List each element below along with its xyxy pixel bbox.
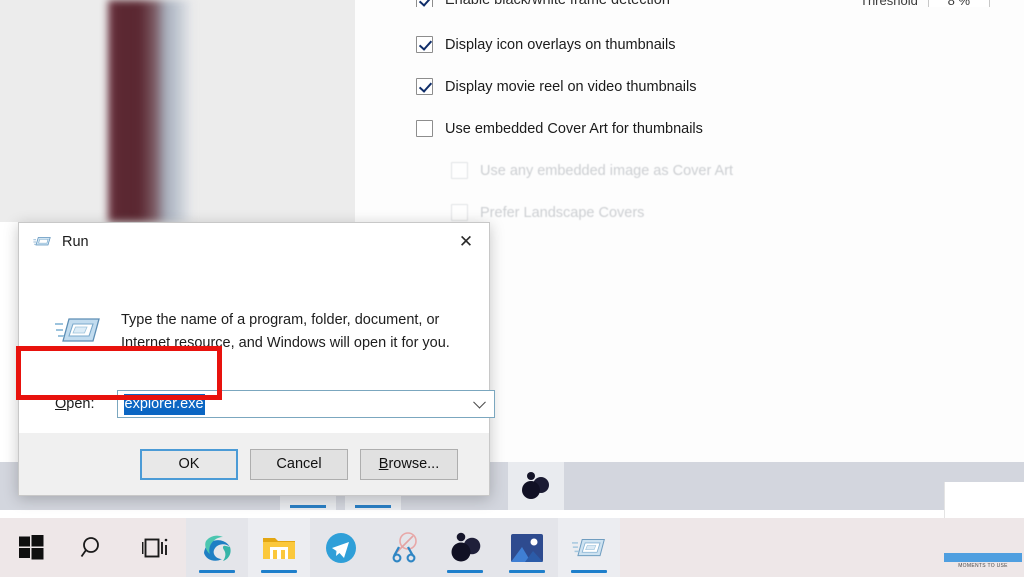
taskbar-app-snipping-tool[interactable] xyxy=(372,518,434,577)
option-enable-black-white-frame-detection[interactable]: Enable black/white frame detection xyxy=(416,0,670,7)
ok-button[interactable]: OK xyxy=(140,448,238,480)
watermark-bar xyxy=(944,553,1022,562)
running-indicator xyxy=(199,570,235,573)
checkbox-icon[interactable] xyxy=(416,36,433,53)
search-button[interactable] xyxy=(62,518,124,577)
chevron-down-icon[interactable] xyxy=(472,395,486,409)
running-indicator xyxy=(447,570,483,573)
taskbar-app-run[interactable] xyxy=(558,518,620,577)
dark-blobs-icon xyxy=(522,472,549,499)
inner-taskbar-underline xyxy=(290,505,326,508)
run-window-icon xyxy=(572,538,605,556)
inner-taskbar-underline xyxy=(355,505,391,508)
run-window-icon xyxy=(55,318,100,342)
run-dialog: Run ✕ Type the name of a program, folder… xyxy=(18,222,495,496)
threshold-group: Threshold 8 % xyxy=(860,0,990,7)
watermark-text: MOMENTS TO USE xyxy=(958,563,1008,569)
option-use-any-embedded-image: Use any embedded image as Cover Art xyxy=(451,162,733,179)
watermark: MOMENTS TO USE xyxy=(944,553,1022,575)
option-label: Enable black/white frame detection xyxy=(445,0,670,7)
option-display-icon-overlays[interactable]: Display icon overlays on thumbnails xyxy=(416,36,676,53)
run-window-icon xyxy=(33,237,51,246)
checkbox-icon[interactable] xyxy=(416,0,433,7)
option-label: Use any embedded image as Cover Art xyxy=(480,162,734,179)
option-use-embedded-cover-art[interactable]: Use embedded Cover Art for thumbnails xyxy=(416,120,703,137)
open-input-value[interactable]: explorer.exe xyxy=(123,393,205,415)
folder-icon xyxy=(263,537,295,559)
open-label: Open: xyxy=(55,396,95,412)
task-view-icon xyxy=(142,538,168,557)
option-label: Use embedded Cover Art for thumbnails xyxy=(445,120,703,137)
taskbar-app-edge[interactable] xyxy=(186,518,248,577)
settings-left-pane xyxy=(0,0,355,222)
taskbar-app-file-explorer[interactable] xyxy=(248,518,310,577)
running-indicator xyxy=(509,570,545,573)
search-icon xyxy=(80,536,99,557)
run-description-block: Type the name of a program, folder, docu… xyxy=(55,309,451,355)
run-dialog-footer: OK Cancel Browse... xyxy=(19,433,489,495)
run-dialog-body: Type the name of a program, folder, docu… xyxy=(19,261,495,433)
option-label: Prefer Landscape Covers xyxy=(480,204,645,221)
run-description-text: Type the name of a program, folder, docu… xyxy=(121,312,450,351)
edge-icon xyxy=(204,535,231,561)
dark-blobs-icon xyxy=(451,532,481,562)
taskbar-apps-area xyxy=(186,518,620,577)
screen: Enable black/white frame detection Thres… xyxy=(0,0,1024,577)
option-label: Display icon overlays on thumbnails xyxy=(445,36,676,53)
browse-button[interactable]: Browse... xyxy=(360,448,458,480)
cancel-button[interactable]: Cancel xyxy=(250,448,348,480)
checkbox-icon xyxy=(451,204,468,221)
run-dialog-titlebar: Run ✕ xyxy=(19,223,489,261)
checkbox-icon[interactable] xyxy=(416,120,433,137)
scissors-icon xyxy=(392,531,417,562)
open-field-row: Open: explorer.exe xyxy=(55,390,495,418)
checkbox-icon[interactable] xyxy=(416,78,433,95)
option-label: Display movie reel on video thumbnails xyxy=(445,78,697,95)
running-indicator xyxy=(571,570,607,573)
run-dialog-title: Run xyxy=(62,234,89,250)
threshold-label: Threshold xyxy=(860,0,918,7)
blurred-preview-band xyxy=(108,0,191,222)
threshold-value-field[interactable]: 8 % xyxy=(927,0,990,7)
option-prefer-landscape-covers: Prefer Landscape Covers xyxy=(451,204,644,221)
taskbar-app-media[interactable] xyxy=(434,518,496,577)
running-indicator xyxy=(261,570,297,573)
taskbar-system-area xyxy=(0,518,186,577)
close-icon[interactable]: ✕ xyxy=(443,223,489,261)
taskbar-app-telegram[interactable] xyxy=(310,518,372,577)
telegram-icon xyxy=(326,532,356,563)
windows-logo-icon xyxy=(18,535,43,560)
taskbar xyxy=(0,518,1024,577)
photos-icon xyxy=(511,533,543,562)
taskbar-app-photos[interactable] xyxy=(496,518,558,577)
start-button[interactable] xyxy=(0,518,62,577)
task-view-button[interactable] xyxy=(124,518,186,577)
open-combobox[interactable]: explorer.exe xyxy=(116,390,495,418)
checkbox-icon xyxy=(451,162,468,179)
option-display-movie-reel[interactable]: Display movie reel on video thumbnails xyxy=(416,78,696,95)
inner-taskbar-item-media[interactable] xyxy=(508,462,564,510)
